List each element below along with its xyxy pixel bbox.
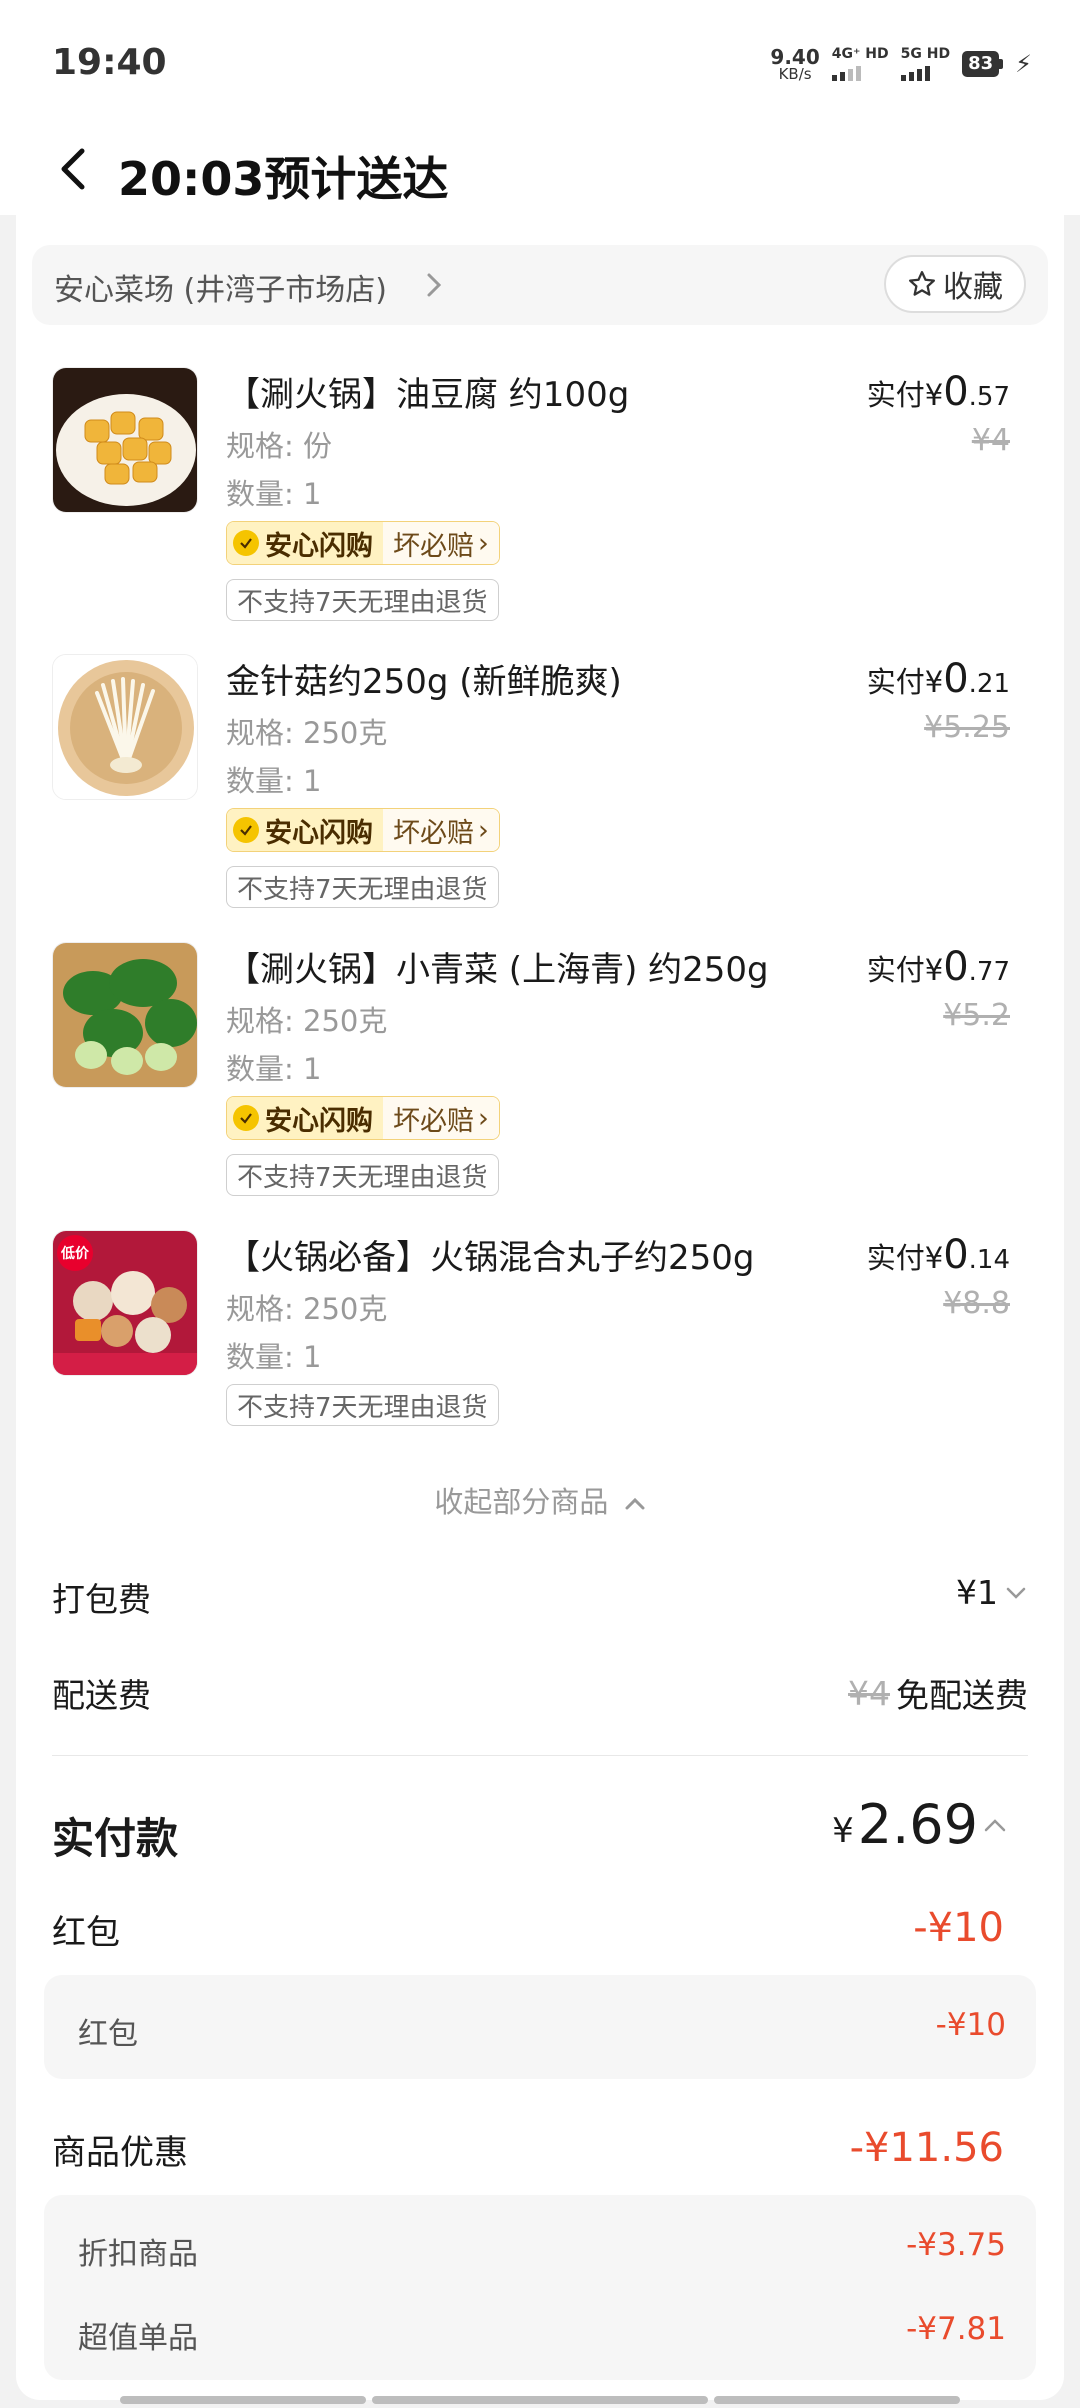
star-icon <box>909 271 935 296</box>
delivery-fee-value: 免配送费 <box>896 1676 1028 1715</box>
return-policy-tag: 不支持7天无理由退货 <box>226 1154 499 1196</box>
item-quantity: 数量: 1 <box>226 477 322 511</box>
total-value: 2.69 <box>857 1793 978 1856</box>
signal-sim2-icon: 5G HD <box>900 47 950 81</box>
guarantee-badge[interactable]: 安心闪购 坏必赔 › <box>226 808 500 852</box>
store-name[interactable]: 安心菜场 (井湾子市场店) <box>54 265 387 309</box>
charging-icon: ⚡ <box>1015 50 1032 78</box>
chevron-right-icon: › <box>478 527 489 559</box>
item-quantity: 数量: 1 <box>226 764 322 798</box>
page-title: 20:03预计送达 <box>118 152 449 206</box>
chevron-right-icon: › <box>478 814 489 846</box>
item-original-price: ¥5.25 <box>924 710 1010 745</box>
red-packet-sub-label: 红包 <box>78 2017 138 2052</box>
item-spec: 规格: 250克 <box>226 1292 388 1326</box>
collapse-items-button[interactable]: 收起部分商品 <box>16 1479 1064 1521</box>
store-bar[interactable]: 安心菜场 (井湾子市场店) 收藏 <box>32 245 1048 325</box>
packing-fee-row[interactable]: 打包费 ¥1 <box>52 1573 1028 1623</box>
chevron-up-icon <box>625 1497 645 1510</box>
return-policy-tag: 不支持7天无理由退货 <box>226 866 499 908</box>
product-discount-value: -¥11.56 <box>849 2125 1004 2171</box>
status-indicators: 9.40 KB/s 4G⁺ HD 5G HD 83 ⚡ <box>770 42 1032 86</box>
status-time: 19:40 <box>52 42 167 83</box>
check-icon <box>233 1105 259 1131</box>
item-original-price: ¥8.8 <box>943 1286 1010 1321</box>
status-bar: 19:40 9.40 KB/s 4G⁺ HD 5G HD 83 ⚡ <box>0 0 1080 125</box>
scroll-indicator <box>714 2396 960 2404</box>
delivery-fee-row: 配送费 ¥4 免配送费 <box>52 1669 1028 1719</box>
item-actual-price: 实付¥0.57 <box>866 369 1010 415</box>
product-discount-detail: 折扣商品 -¥3.75 超值单品 -¥7.81 <box>44 2195 1036 2380</box>
product-image-hotpot-balls[interactable]: 低价 <box>52 1230 198 1376</box>
discount-item-label: 折扣商品 <box>78 2237 198 2272</box>
item-actual-price: 实付¥0.21 <box>866 656 1010 702</box>
guarantee-badge[interactable]: 安心闪购 坏必赔 › <box>226 1096 500 1140</box>
favorite-button[interactable]: 收藏 <box>884 255 1026 313</box>
item-original-price: ¥4 <box>971 423 1010 458</box>
product-image-bok-choy[interactable] <box>52 942 198 1088</box>
item-spec: 规格: 250克 <box>226 1004 388 1038</box>
product-image-fried-tofu[interactable] <box>52 367 198 513</box>
item-actual-price: 实付¥0.77 <box>866 944 1010 990</box>
thumb-tag: 低价 <box>61 1246 89 1262</box>
product-discount-label: 商品优惠 <box>52 2133 188 2173</box>
item-title: 【涮火锅】小青菜 (上海青) 约250g <box>226 950 769 990</box>
chevron-up-icon[interactable] <box>982 1816 1008 1834</box>
value-item-label: 超值单品 <box>78 2321 198 2356</box>
guarantee-badge[interactable]: 安心闪购 坏必赔 › <box>226 521 500 565</box>
delivery-fee-original: ¥4 <box>848 1673 890 1713</box>
network-speed: 9.40 KB/s <box>770 44 820 83</box>
red-packet-label: 红包 <box>52 1913 120 1953</box>
chevron-right-icon: › <box>478 1102 489 1134</box>
item-original-price: ¥5.2 <box>943 998 1010 1033</box>
chevron-down-icon[interactable] <box>1004 1585 1028 1601</box>
delivery-fee-label: 配送费 <box>52 1676 151 1715</box>
packing-fee-value: ¥1 <box>956 1573 998 1612</box>
favorite-label: 收藏 <box>943 270 1003 305</box>
item-title: 【涮火锅】油豆腐 约100g <box>226 375 630 415</box>
red-packet-sub-value: -¥10 <box>935 2007 1006 2043</box>
battery-icon: 83 <box>962 51 1004 77</box>
product-image-enoki[interactable] <box>52 654 198 800</box>
item-quantity: 数量: 1 <box>226 1052 322 1086</box>
scroll-indicator <box>372 2396 708 2404</box>
discount-item-value: -¥3.75 <box>906 2227 1006 2263</box>
value-item-value: -¥7.81 <box>906 2311 1006 2347</box>
item-spec: 规格: 250克 <box>226 716 388 750</box>
back-arrow-icon[interactable] <box>54 145 94 193</box>
order-card: 安心菜场 (井湾子市场店) 收藏 【涮火锅】油豆腐 约100g 规格: 份 数量… <box>16 215 1064 2400</box>
return-policy-tag: 不支持7天无理由退货 <box>226 579 499 621</box>
red-packet-value: -¥10 <box>913 1905 1004 1951</box>
total-value-row[interactable]: ¥ 2.69 <box>832 1793 1008 1856</box>
nav-bar: 20:03预计送达 <box>0 125 1080 215</box>
return-policy-tag: 不支持7天无理由退货 <box>226 1384 499 1426</box>
item-title: 金针菇约250g (新鲜脆爽) <box>226 662 622 702</box>
chevron-right-icon <box>427 273 442 297</box>
divider <box>52 1755 1028 1756</box>
item-quantity: 数量: 1 <box>226 1340 322 1374</box>
signal-sim1-icon: 4G⁺ HD <box>831 47 889 81</box>
check-icon <box>233 530 259 556</box>
scroll-indicator <box>120 2396 366 2404</box>
check-icon <box>233 817 259 843</box>
item-spec: 规格: 份 <box>226 429 332 463</box>
red-packet-detail: 红包 -¥10 <box>44 1975 1036 2079</box>
total-label: 实付款 <box>52 1814 179 1863</box>
item-actual-price: 实付¥0.14 <box>866 1232 1010 1278</box>
packing-fee-label: 打包费 <box>52 1580 151 1619</box>
item-title: 【火锅必备】火锅混合丸子约250g <box>226 1238 755 1278</box>
total-currency: ¥ <box>832 1810 854 1851</box>
